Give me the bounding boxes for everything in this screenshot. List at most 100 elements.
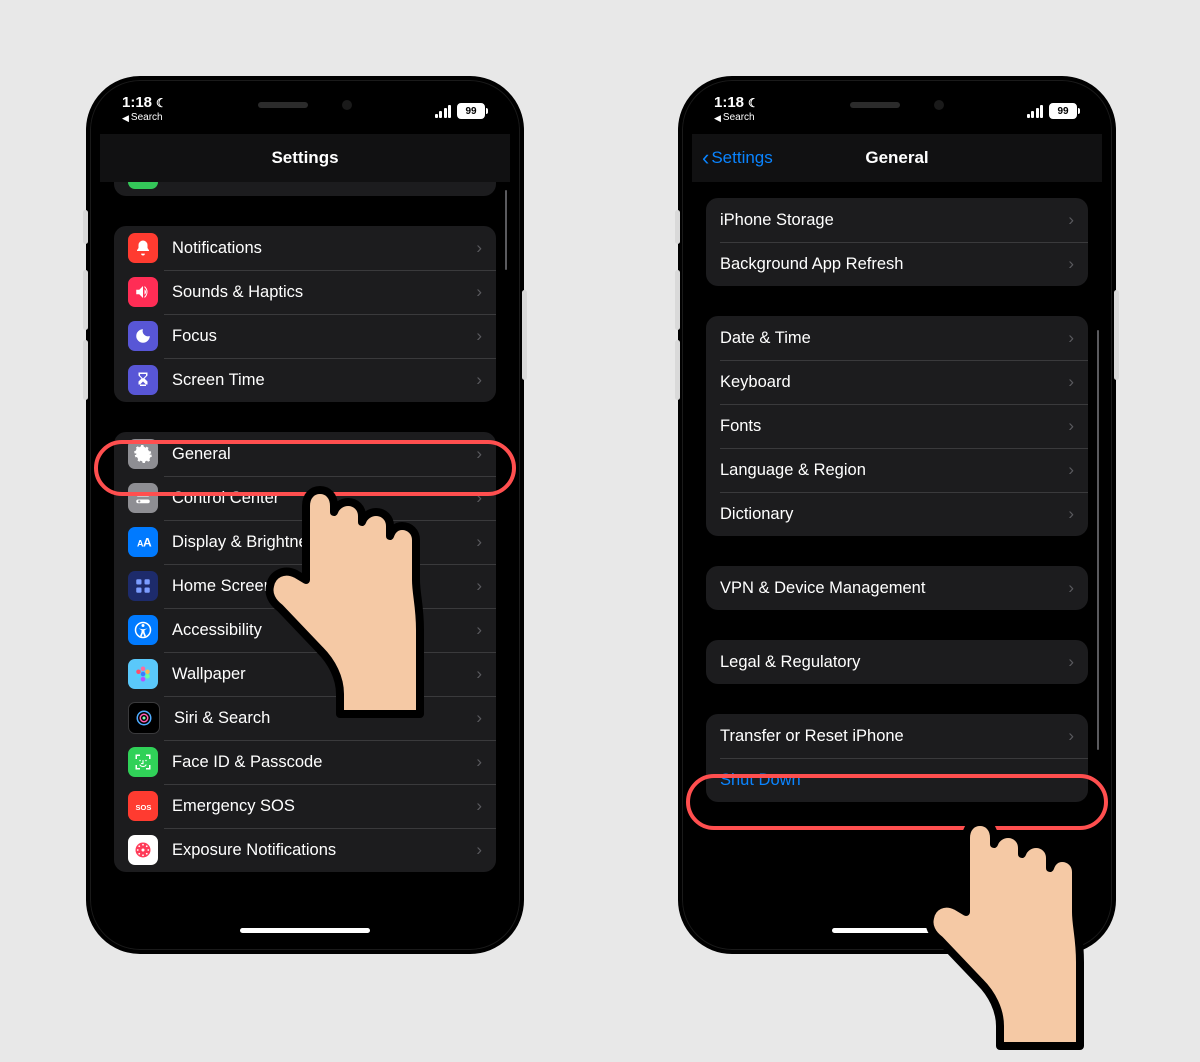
settings-row-accessibility[interactable]: Accessibility›	[114, 608, 496, 652]
settings-group: iPhone Storage›Background App Refresh›	[706, 198, 1088, 286]
settings-row-face-id-passcode[interactable]: Face ID & Passcode ›	[114, 740, 496, 784]
settings-row-keyboard[interactable]: Keyboard›	[706, 360, 1088, 404]
settings-row-iphone-storage[interactable]: iPhone Storage ›	[706, 198, 1088, 242]
chevron-right-icon: ›	[1068, 460, 1074, 480]
row-label: General	[172, 445, 470, 464]
battery-icon: 99	[457, 103, 488, 119]
settings-row-display-brightness[interactable]: AADisplay & Brightness›	[114, 520, 496, 564]
chevron-right-icon: ›	[476, 326, 482, 346]
screen-left: 1:18☾ ◀Search 99 Settings Cellular›Notif…	[100, 90, 510, 940]
chevron-right-icon: ›	[1068, 416, 1074, 436]
settings-group: VPN & Device Management›	[706, 566, 1088, 610]
chevron-right-icon: ›	[476, 370, 482, 390]
settings-row-notifications[interactable]: Notifications›	[114, 226, 496, 270]
settings-group: Cellular›	[114, 182, 496, 196]
row-label: Face ID & Passcode	[172, 753, 470, 772]
volume-up-button	[83, 270, 88, 330]
row-label: iPhone Storage	[720, 211, 1062, 230]
row-label: Language & Region	[720, 461, 1062, 480]
settings-row-wallpaper[interactable]: Wallpaper›	[114, 652, 496, 696]
row-label: VPN & Device Management	[720, 579, 1062, 598]
chevron-right-icon: ›	[1068, 210, 1074, 230]
row-label: Transfer or Reset iPhone	[720, 727, 1062, 746]
page-title: Settings	[271, 148, 338, 168]
chevron-right-icon: ›	[1068, 504, 1074, 524]
chevron-right-icon: ›	[476, 796, 482, 816]
settings-row-fonts[interactable]: Fonts ›	[706, 404, 1088, 448]
chevron-right-icon: ›	[476, 182, 482, 184]
general-content[interactable]: iPhone Storage›Background App Refresh›Da…	[692, 182, 1102, 940]
exposure-icon	[128, 835, 158, 865]
phone-frame-left: 1:18☾ ◀Search 99 Settings Cellular›Notif…	[86, 76, 524, 954]
row-label: Shut Down	[720, 771, 1074, 790]
settings-row-focus[interactable]: Focus ›	[114, 314, 496, 358]
bell-icon	[128, 233, 158, 263]
settings-row-vpn-device-management[interactable]: VPN & Device Management›	[706, 566, 1088, 610]
back-button[interactable]: ‹Settings	[702, 134, 773, 182]
settings-row-dictionary[interactable]: Dictionary ›	[706, 492, 1088, 536]
row-label: Keyboard	[720, 373, 1062, 392]
settings-row-siri-search[interactable]: Siri & Search›	[114, 696, 496, 740]
row-label: Dictionary	[720, 505, 1062, 524]
volume-down-button	[675, 340, 680, 400]
home-indicator[interactable]	[240, 928, 370, 933]
row-label: Fonts	[720, 417, 1062, 436]
settings-row-date-time[interactable]: Date & Time›	[706, 316, 1088, 360]
settings-group: Notifications›Sounds & Haptics›Focus›Scr…	[114, 226, 496, 402]
back-to-search[interactable]: ◀Search	[714, 111, 759, 125]
scrollbar[interactable]	[505, 190, 508, 270]
settings-row-general[interactable]: General›	[114, 432, 496, 476]
chevron-right-icon: ›	[1068, 726, 1074, 746]
chevron-right-icon: ›	[476, 752, 482, 772]
siri-icon	[128, 702, 160, 734]
back-to-search[interactable]: ◀Search	[122, 111, 167, 125]
settings-group: General›Control Center›AADisplay & Brigh…	[114, 432, 496, 872]
antenna-icon	[128, 182, 158, 189]
status-time: 1:18	[714, 94, 744, 111]
sos-icon: SOS	[128, 791, 158, 821]
svg-text:A: A	[143, 536, 152, 550]
signal-icon	[435, 105, 452, 118]
settings-row-screen-time[interactable]: Screen Time ›	[114, 358, 496, 402]
notch	[210, 90, 400, 120]
settings-row-sounds-haptics[interactable]: Sounds & Haptics›	[114, 270, 496, 314]
scrollbar[interactable]	[1097, 330, 1100, 750]
chevron-right-icon: ›	[1068, 254, 1074, 274]
svg-text:SOS: SOS	[136, 803, 152, 812]
settings-row-transfer-or-reset-iphone[interactable]: Transfer or Reset iPhone ›	[706, 714, 1088, 758]
phone-frame-right: 1:18☾ ◀Search 99 ‹Settings General iPhon…	[678, 76, 1116, 954]
settings-row-control-center[interactable]: Control Center›	[114, 476, 496, 520]
chevron-right-icon: ›	[476, 576, 482, 596]
switches-icon	[128, 483, 158, 513]
settings-row-home-screen[interactable]: Home Screen›	[114, 564, 496, 608]
volume-down-button	[83, 340, 88, 400]
settings-row-legal-regulatory[interactable]: Legal & Regulatory›	[706, 640, 1088, 684]
dnd-moon-icon: ☾	[156, 96, 167, 110]
chevron-right-icon: ›	[476, 664, 482, 684]
row-label: Date & Time	[720, 329, 1062, 348]
row-label: Screen Time	[172, 371, 470, 390]
chevron-right-icon: ›	[476, 488, 482, 508]
settings-row-shut-down[interactable]: Shut Down	[706, 758, 1088, 802]
settings-row-cellular[interactable]: Cellular›	[114, 182, 496, 196]
row-label: Focus	[172, 327, 470, 346]
settings-row-exposure-notifications[interactable]: Exposure Notifications›	[114, 828, 496, 872]
settings-group: Transfer or Reset iPhone › Shut Down	[706, 714, 1088, 802]
aa-icon: AA	[128, 527, 158, 557]
row-label: Legal & Regulatory	[720, 653, 1062, 672]
settings-row-language-region[interactable]: Language & Region ›	[706, 448, 1088, 492]
settings-group: Date & Time›Keyboard›Fonts›Language & Re…	[706, 316, 1088, 536]
access-icon	[128, 615, 158, 645]
grid-icon	[128, 571, 158, 601]
home-indicator[interactable]	[832, 928, 962, 933]
chevron-right-icon: ›	[476, 282, 482, 302]
faceid-icon	[128, 747, 158, 777]
settings-content[interactable]: Cellular›Notifications›Sounds & Haptics›…	[100, 182, 510, 940]
dnd-moon-icon: ☾	[748, 96, 759, 110]
row-label: Notifications	[172, 239, 470, 258]
chevron-right-icon: ›	[476, 708, 482, 728]
settings-row-emergency-sos[interactable]: SOSEmergency SOS›	[114, 784, 496, 828]
mute-switch	[83, 210, 88, 244]
settings-row-background-app-refresh[interactable]: Background App Refresh›	[706, 242, 1088, 286]
canvas: 1:18 ☾ ◀Search 99 Settings Cellular› Notif…	[0, 0, 1200, 1031]
